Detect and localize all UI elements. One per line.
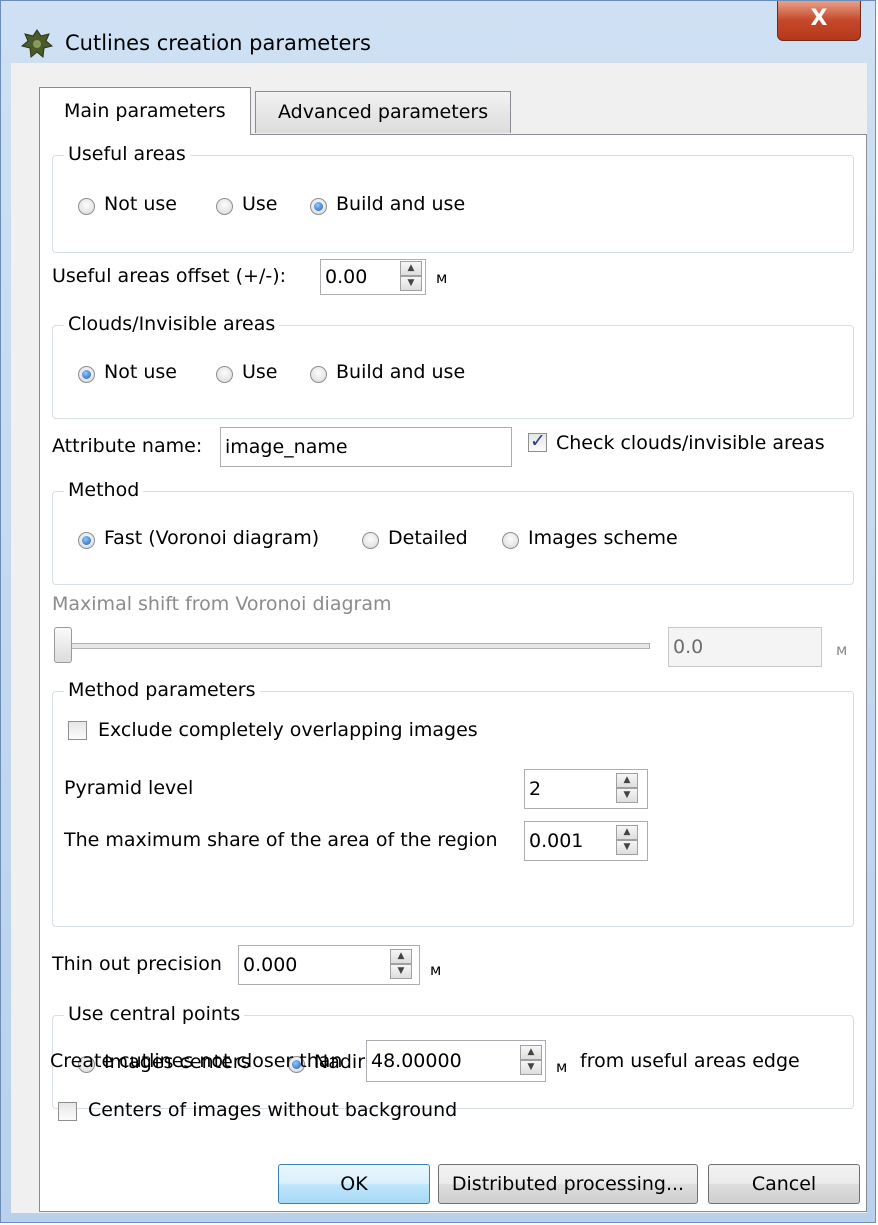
centers-without-background-label: Centers of images without background (88, 1099, 458, 1121)
clouds-not-use-radio[interactable] (78, 366, 95, 383)
window-title: Cutlines creation parameters (65, 31, 371, 55)
max-shift-slider-handle[interactable] (54, 627, 72, 663)
useful-areas-offset-unit: м (436, 269, 448, 287)
clouds-build-and-use-label: Build and use (336, 361, 466, 383)
exclude-overlapping-checkbox[interactable] (68, 721, 87, 740)
method-fast-label: Fast (Voronoi diagram) (104, 527, 320, 549)
useful-areas-not-use-label: Not use (104, 193, 177, 215)
attribute-name-input[interactable]: image_name (220, 427, 512, 467)
pyramid-level-label: Pyramid level (64, 777, 194, 799)
useful-areas-use-label: Use (242, 193, 278, 215)
spin-down-icon[interactable]: ▼ (400, 276, 422, 291)
max-shift-slider-track[interactable] (58, 643, 650, 649)
method-fast-radio[interactable] (78, 532, 95, 549)
clouds-use-label: Use (242, 361, 278, 383)
thin-out-label: Thin out precision (52, 953, 222, 975)
spin-up-icon[interactable]: ▲ (616, 825, 638, 840)
check-clouds-checkbox[interactable] (528, 430, 547, 452)
method-detailed-radio[interactable] (362, 532, 379, 549)
tab-advanced-parameters[interactable]: Advanced parameters (255, 91, 512, 133)
max-shift-label: Maximal shift from Voronoi diagram (52, 593, 392, 615)
cutlines-distance-input[interactable]: 48.00000 (366, 1040, 546, 1082)
cutlines-distance-suffix: from useful areas edge (580, 1050, 800, 1072)
spin-up-icon[interactable]: ▲ (616, 773, 638, 788)
centers-without-background-checkbox[interactable] (58, 1102, 77, 1121)
spin-down-icon[interactable]: ▼ (616, 840, 638, 855)
clouds-title: Clouds/Invisible areas (64, 313, 280, 335)
method-parameters-title: Method parameters (64, 679, 260, 701)
max-share-label: The maximum share of the area of the reg… (64, 829, 498, 851)
cutlines-distance-label: Create cutlines not closer than (50, 1050, 343, 1072)
useful-areas-offset-label: Useful areas offset (+/-): (52, 265, 287, 287)
pyramid-level-spinner[interactable]: ▲ ▼ (616, 773, 638, 805)
check-clouds-label: Check clouds/invisible areas (556, 432, 825, 454)
useful-areas-not-use-radio[interactable] (78, 198, 95, 215)
method-detailed-label: Detailed (388, 527, 468, 549)
spin-down-icon[interactable]: ▼ (390, 964, 412, 979)
useful-areas-build-and-use-radio[interactable] (310, 198, 327, 215)
max-shift-unit: м (836, 641, 848, 659)
clouds-build-and-use-radio[interactable] (310, 366, 327, 383)
useful-areas-use-radio[interactable] (216, 198, 233, 215)
clouds-use-radio[interactable] (216, 366, 233, 383)
cancel-button[interactable]: Cancel (708, 1164, 860, 1204)
method-images-scheme-label: Images scheme (528, 527, 678, 549)
max-share-spinner[interactable]: ▲ ▼ (616, 825, 638, 857)
useful-areas-offset-spinner[interactable]: ▲ ▼ (400, 261, 422, 293)
spin-down-icon[interactable]: ▼ (616, 788, 638, 803)
spin-up-icon[interactable]: ▲ (520, 1045, 542, 1060)
close-button[interactable]: X (777, 1, 861, 41)
useful-areas-build-and-use-label: Build and use (336, 193, 466, 215)
method-images-scheme-radio[interactable] (502, 532, 519, 549)
max-shift-input[interactable]: 0.0 (668, 627, 822, 667)
attribute-name-label: Attribute name: (52, 435, 203, 457)
cutlines-distance-unit: м (556, 1058, 568, 1076)
thin-out-unit: м (430, 961, 442, 979)
cutlines-distance-spinner[interactable]: ▲ ▼ (520, 1045, 542, 1077)
ok-button[interactable]: OK (278, 1164, 430, 1204)
tab-main-parameters[interactable]: Main parameters (39, 87, 251, 135)
app-icon (20, 29, 54, 58)
thin-out-spinner[interactable]: ▲ ▼ (390, 949, 412, 981)
spin-up-icon[interactable]: ▲ (400, 261, 422, 276)
exclude-overlapping-label: Exclude completely overlapping images (98, 719, 478, 741)
spin-up-icon[interactable]: ▲ (390, 949, 412, 964)
distributed-processing-button[interactable]: Distributed processing... (438, 1164, 698, 1204)
clouds-not-use-label: Not use (104, 361, 177, 383)
method-title: Method (64, 479, 144, 501)
spin-down-icon[interactable]: ▼ (520, 1060, 542, 1075)
central-points-title: Use central points (64, 1003, 245, 1025)
useful-areas-title: Useful areas (64, 143, 190, 165)
